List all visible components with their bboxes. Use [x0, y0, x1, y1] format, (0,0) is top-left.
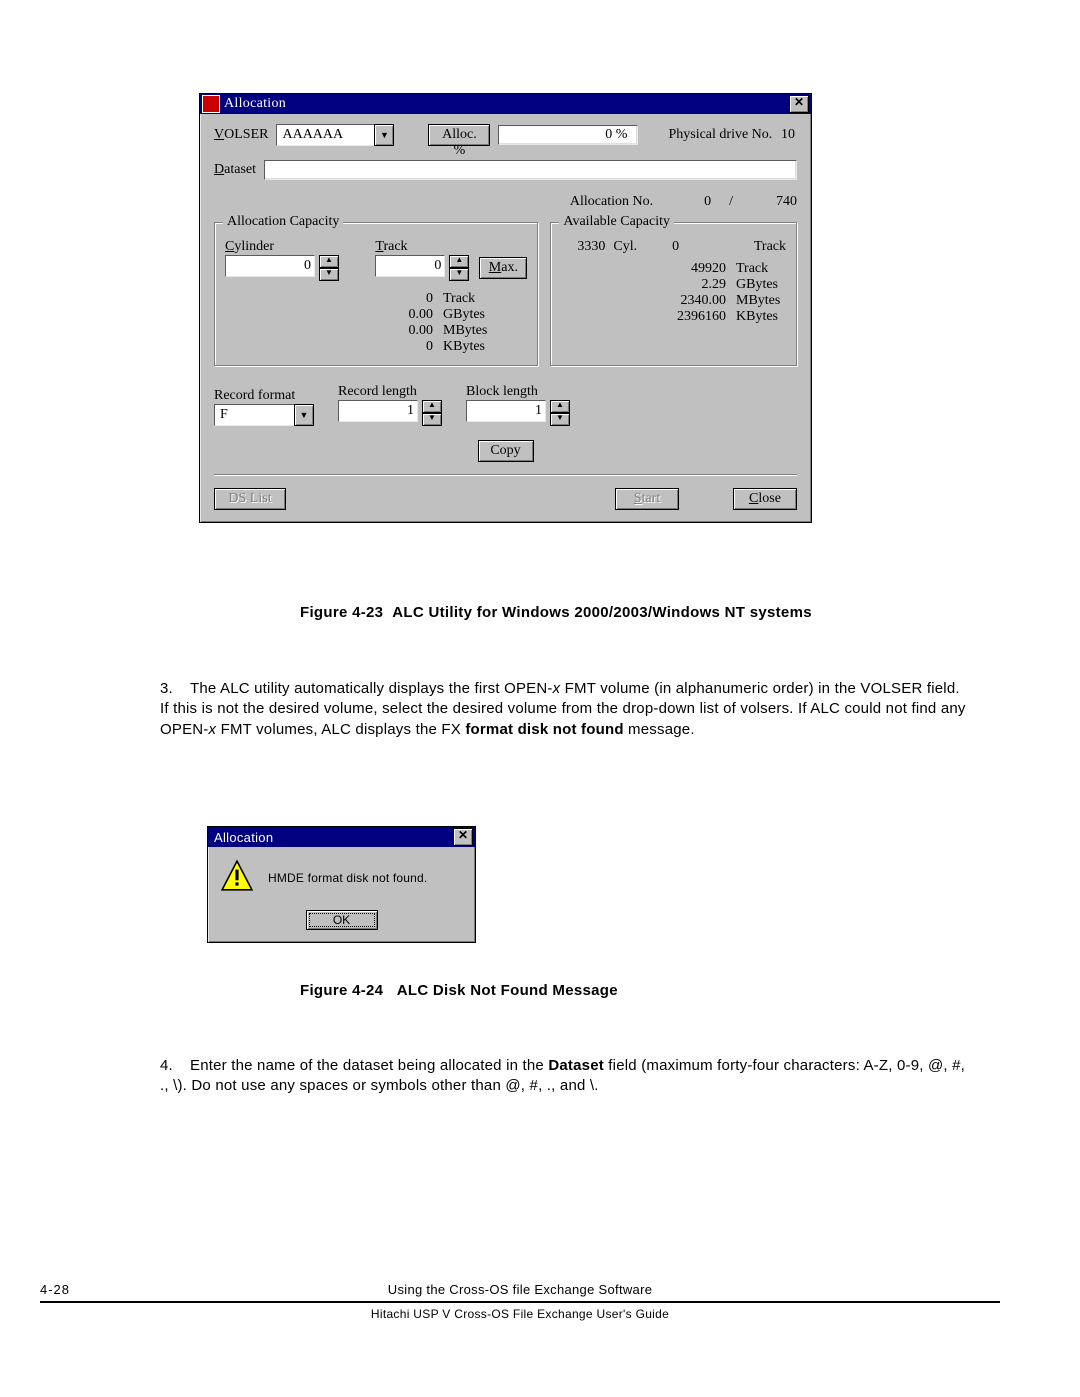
allocation-window: Allocation ✕ VOLSER AAAAAA ▼ Alloc. % 0 … — [199, 93, 812, 523]
dataset-label: Dataset — [214, 162, 256, 178]
alloc-no-value: 0 — [671, 194, 711, 210]
page-number: 4-28 — [40, 1282, 120, 1297]
record-length-value[interactable]: 1 — [338, 400, 418, 422]
arrow-up-icon[interactable]: ▲ — [449, 255, 469, 268]
arrow-down-icon[interactable]: ▼ — [550, 413, 570, 426]
cap-unit-1: GBytes — [443, 307, 485, 323]
avail-val-3: 2396160 — [561, 309, 726, 325]
ok-button[interactable]: OK — [306, 910, 378, 930]
allocation-msgbox: Allocation ✕ HMDE format disk not found.… — [207, 826, 476, 943]
app-icon — [202, 95, 220, 113]
avail-unit-0: Track — [736, 261, 786, 277]
arrow-down-icon[interactable]: ▼ — [319, 268, 339, 281]
close-icon[interactable]: ✕ — [789, 95, 809, 113]
cap-val-3: 0 — [375, 339, 433, 355]
warning-icon — [220, 859, 254, 896]
block-length-label: Block length — [466, 384, 570, 400]
phys-drive-value: 10 — [781, 127, 797, 143]
block-length-stepper[interactable]: 1 ▲ ▼ — [466, 400, 570, 426]
dslist-button[interactable]: DS List — [214, 488, 286, 510]
avail-val-1: 2.29 — [561, 277, 726, 293]
alloc-pct-button[interactable]: Alloc. % — [428, 124, 490, 146]
close-button[interactable]: Close — [733, 488, 797, 510]
chevron-down-icon[interactable]: ▼ — [374, 124, 394, 146]
avail-cap-legend: Available Capacity — [559, 214, 674, 230]
window-title: Allocation — [224, 96, 789, 112]
avail-cyl-track-label: Track — [754, 239, 786, 255]
msgbox-text: HMDE format disk not found. — [268, 871, 427, 885]
msgbox-titlebar: Allocation ✕ — [208, 827, 475, 847]
avail-cyl-value: 3330 — [561, 239, 605, 255]
cap-unit-2: MBytes — [443, 323, 487, 339]
footer-doc-title: Hitachi USP V Cross-OS File Exchange Use… — [40, 1303, 1000, 1321]
cap-unit-3: KBytes — [443, 339, 485, 355]
avail-val-2: 2340.00 — [561, 293, 726, 309]
avail-unit-2: MBytes — [736, 293, 786, 309]
alloc-cap-legend: Allocation Capacity — [223, 214, 343, 230]
copy-button[interactable]: Copy — [478, 440, 534, 462]
track-stepper[interactable]: 0 ▲ ▼ — [375, 255, 469, 281]
avail-unit-1: GBytes — [736, 277, 786, 293]
paragraph-3: 3.The ALC utility automatically displays… — [160, 679, 970, 740]
cap-val-1: 0.00 — [375, 307, 433, 323]
avail-val-0: 49920 — [561, 261, 726, 277]
cap-val-0: 0 — [375, 291, 433, 307]
track-label: Track — [375, 239, 527, 255]
group-available-capacity: Available Capacity 3330 Cyl. 0 Track 499… — [550, 222, 797, 366]
start-button[interactable]: Start — [615, 488, 679, 510]
figure-4-23-caption: Figure 4-23 ALC Utility for Windows 2000… — [300, 604, 830, 621]
record-format-dropdown[interactable]: F ▼ — [214, 404, 314, 426]
close-icon[interactable]: ✕ — [453, 828, 473, 846]
avail-cyl-label: Cyl. — [613, 239, 637, 255]
volser-label: VOLSER — [214, 127, 268, 143]
max-button[interactable]: Max. — [479, 257, 527, 279]
avail-cyl-track-value: 0 — [645, 239, 679, 255]
figure-4-24-caption: Figure 4-24 ALC Disk Not Found Message — [300, 982, 618, 999]
track-value[interactable]: 0 — [375, 255, 445, 277]
volser-value: AAAAAA — [276, 124, 374, 146]
alloc-no-label: Allocation No. — [570, 194, 653, 210]
block-length-value[interactable]: 1 — [466, 400, 546, 422]
group-allocation-capacity: Allocation Capacity Cylinder 0 ▲ ▼ — [214, 222, 538, 366]
cylinder-stepper[interactable]: 0 ▲ ▼ — [225, 255, 339, 281]
alloc-pct-field: 0 % — [498, 125, 638, 145]
msgbox-title: Allocation — [210, 830, 453, 845]
record-length-stepper[interactable]: 1 ▲ ▼ — [338, 400, 442, 426]
avail-unit-3: KBytes — [736, 309, 786, 325]
record-length-label: Record length — [338, 384, 442, 400]
record-format-label: Record format — [214, 388, 314, 404]
dataset-input[interactable] — [264, 160, 797, 180]
alloc-no-total: 740 — [751, 194, 797, 210]
arrow-down-icon[interactable]: ▼ — [449, 268, 469, 281]
record-format-value: F — [214, 404, 294, 426]
allocation-titlebar: Allocation ✕ — [200, 94, 811, 114]
page-footer: 4-28 Using the Cross-OS file Exchange So… — [40, 1282, 1000, 1321]
phys-drive-label: Physical drive No. — [668, 127, 772, 143]
divider — [214, 474, 797, 476]
cylinder-label: Cylinder — [225, 239, 345, 255]
volser-dropdown[interactable]: AAAAAA ▼ — [276, 124, 394, 146]
cylinder-value[interactable]: 0 — [225, 255, 315, 277]
paragraph-4: 4.Enter the name of the dataset being al… — [160, 1056, 970, 1097]
alloc-no-sep: / — [729, 194, 733, 210]
cap-unit-0: Track — [443, 291, 475, 307]
footer-section-title: Using the Cross-OS file Exchange Softwar… — [120, 1282, 920, 1297]
chevron-down-icon[interactable]: ▼ — [294, 404, 314, 426]
arrow-up-icon[interactable]: ▲ — [422, 400, 442, 413]
arrow-up-icon[interactable]: ▲ — [550, 400, 570, 413]
cap-val-2: 0.00 — [375, 323, 433, 339]
arrow-up-icon[interactable]: ▲ — [319, 255, 339, 268]
arrow-down-icon[interactable]: ▼ — [422, 413, 442, 426]
